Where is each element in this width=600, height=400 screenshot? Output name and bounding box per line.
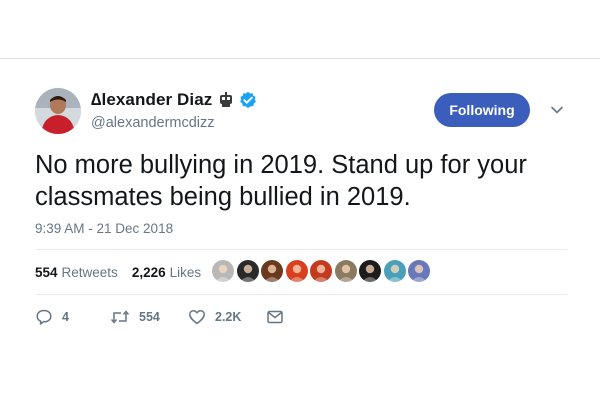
like-button[interactable]: 2.2K [188, 308, 266, 326]
retweets-label: Retweets [61, 264, 118, 280]
following-button[interactable]: Following [434, 93, 530, 127]
envelope-icon [267, 310, 283, 324]
liker-avatar[interactable] [334, 260, 357, 282]
tweet-text: No more bullying in 2019. Stand up for y… [35, 151, 527, 211]
reply-button[interactable]: 4 [35, 308, 110, 326]
heart-icon [189, 309, 205, 325]
tweet-card: ∆lexander Diaz @alexandermcdizz Followin… [0, 59, 600, 400]
likes-count: 2,226 [131, 264, 166, 280]
retweet-icon [110, 310, 130, 324]
liker-avatar[interactable] [285, 260, 308, 282]
liker-avatar[interactable] [212, 260, 234, 282]
robot-emoji-icon [218, 92, 234, 108]
retweet-count: 554 [139, 310, 160, 324]
divider-bottom [35, 294, 567, 295]
verified-badge-icon [239, 91, 257, 109]
liker-avatar[interactable] [359, 260, 381, 282]
likes-stat[interactable]: 2,226 Likes [132, 265, 201, 280]
author-name[interactable]: ∆lexander Diaz [91, 90, 212, 110]
liker-avatars [212, 260, 433, 282]
tweet-timestamp[interactable]: 9:39 AM - 21 Dec 2018 [35, 221, 173, 236]
likes-label: Likes [169, 264, 202, 280]
retweets-count: 554 [35, 264, 58, 280]
chevron-down-icon[interactable] [550, 103, 564, 117]
liker-avatar[interactable] [261, 260, 283, 282]
direct-message-button[interactable] [266, 308, 284, 326]
liker-avatar[interactable] [383, 260, 406, 282]
reply-icon [36, 309, 52, 325]
liker-avatar[interactable] [408, 260, 430, 282]
liker-avatar[interactable] [236, 260, 259, 282]
action-bar: 4 554 2.2K [35, 307, 284, 327]
retweets-stat[interactable]: 554 Retweets [35, 265, 118, 280]
retweet-button[interactable]: 554 [110, 308, 188, 326]
divider-top [35, 249, 567, 250]
liker-avatar[interactable] [310, 260, 332, 282]
author-name-row: ∆lexander Diaz [91, 89, 257, 111]
reply-count: 4 [62, 310, 69, 324]
author-avatar[interactable] [35, 88, 81, 134]
like-count: 2.2K [215, 310, 242, 324]
engagement-stats: 554 Retweets 2,226 Likes [35, 261, 215, 283]
author-handle[interactable]: @alexandermcdizz [91, 115, 215, 131]
